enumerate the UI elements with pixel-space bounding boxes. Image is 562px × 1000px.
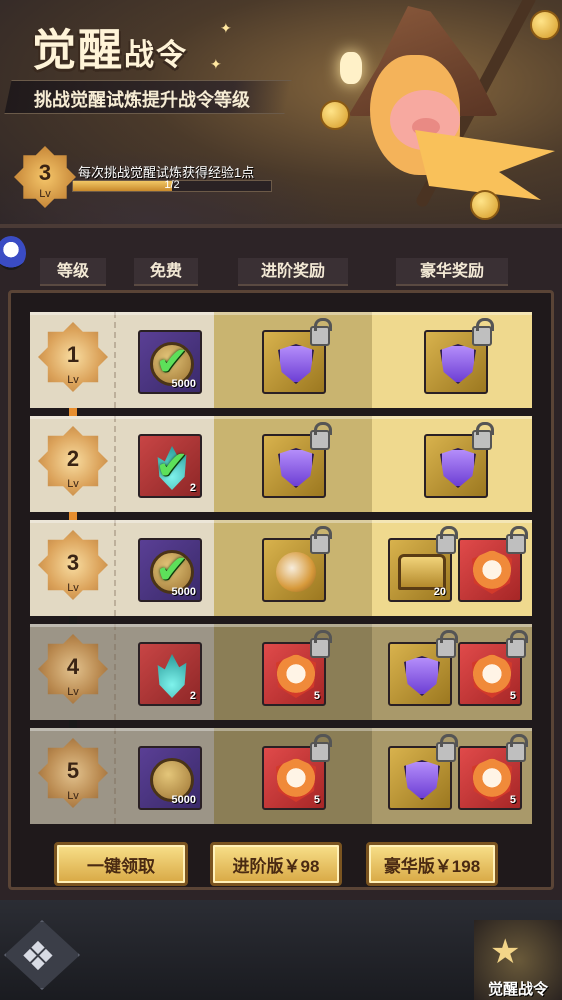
- reward-quantity: 5: [509, 690, 516, 702]
- free-reward-tile[interactable]: ✔ 5000: [138, 330, 202, 394]
- level-node-number: 3: [66, 550, 80, 575]
- claimed-check-icon: ✔: [155, 444, 189, 488]
- orb-icon: [276, 552, 316, 592]
- column-header-free: 免费: [134, 258, 198, 286]
- coin-icon: [530, 10, 560, 40]
- lock-icon: [506, 526, 528, 554]
- level-node-lv-label: Lv: [67, 686, 79, 698]
- lock-icon: [472, 318, 494, 346]
- crimson-badge-icon: [472, 654, 512, 698]
- flame-icon: [157, 654, 187, 698]
- advanced-reward-tile[interactable]: [262, 318, 332, 394]
- lock-icon: [310, 734, 332, 762]
- luxury-reward-tile[interactable]: [388, 630, 458, 706]
- level-node-number: 2: [66, 446, 80, 471]
- advanced-reward-tile[interactable]: [262, 422, 332, 498]
- lock-icon: [436, 630, 458, 658]
- purple-shield-icon: [278, 344, 314, 384]
- reward-quantity: 20: [433, 586, 446, 598]
- lock-icon: [472, 422, 494, 450]
- purple-shield-icon: [440, 448, 476, 488]
- reward-quantity: 2: [189, 690, 196, 702]
- free-reward-tile[interactable]: ✔ 2: [138, 434, 202, 498]
- level-node-lv-label: Lv: [67, 374, 79, 386]
- lantern-icon: [340, 52, 362, 84]
- reward-quantity: 5000: [171, 794, 196, 806]
- column-header-advanced: 进阶奖励: [238, 258, 348, 286]
- level-node-number: 1: [66, 342, 80, 367]
- advanced-reward-tile[interactable]: 5: [262, 630, 332, 706]
- column-header-luxury: 豪华奖励: [396, 258, 508, 286]
- claim-all-button[interactable]: 一键领取: [54, 842, 188, 886]
- reward-quantity: 5000: [171, 378, 196, 390]
- exp-progress-text: 1/2: [164, 179, 180, 191]
- luxury-reward-tile[interactable]: [424, 422, 494, 498]
- free-reward-tile[interactable]: ✔ 5000: [138, 538, 202, 602]
- event-banner: 觉醒战令 ✦ ✦ 挑战觉醒试炼提升战令等级 3 Lv 每次挑战觉醒试炼获得经验1…: [0, 0, 562, 240]
- luxury-reward-tile[interactable]: 5: [458, 630, 528, 706]
- level-node-lv-label: Lv: [67, 790, 79, 802]
- reward-quantity: 5: [313, 794, 320, 806]
- lock-icon: [310, 526, 332, 554]
- advanced-reward-tile[interactable]: 5: [262, 734, 332, 810]
- luxury-reward-tile[interactable]: [424, 318, 494, 394]
- luxury-reward-tile[interactable]: 5: [458, 734, 528, 810]
- buy-advanced-button[interactable]: 进阶版￥98: [210, 842, 342, 886]
- lock-icon: [310, 630, 332, 658]
- reward-quantity: 2: [189, 482, 196, 494]
- purple-shield-icon: [404, 760, 440, 800]
- coin-icon: [320, 100, 350, 130]
- crimson-badge-icon: [472, 758, 512, 802]
- purple-shield-icon: [404, 656, 440, 696]
- crimson-badge-icon: [276, 758, 316, 802]
- lock-icon: [310, 318, 332, 346]
- free-reward-tile[interactable]: 5000: [138, 746, 202, 810]
- luxury-reward-tile[interactable]: 20: [388, 526, 458, 602]
- crimson-badge-icon: [276, 654, 316, 698]
- level-node-number: 5: [66, 758, 80, 783]
- hero-illustration: [320, 0, 562, 240]
- reward-quantity: 5: [313, 690, 320, 702]
- level-node-lv-label: Lv: [67, 478, 79, 490]
- luxury-reward-tile[interactable]: [458, 526, 528, 602]
- level-node-lv-label: Lv: [67, 582, 79, 594]
- nav-battle-pass-label: 觉醒战令: [487, 981, 548, 998]
- emblem-icon: ❖: [20, 935, 56, 979]
- lock-icon: [506, 630, 528, 658]
- purple-shield-icon: [278, 448, 314, 488]
- current-level-number: 3: [38, 160, 52, 185]
- lock-icon: [436, 734, 458, 762]
- buy-luxury-button[interactable]: 豪华版￥198: [366, 842, 498, 886]
- purple-shield-icon: [440, 344, 476, 384]
- page-title: 觉醒战令: [32, 26, 188, 75]
- sparkle-icon: ✦: [220, 20, 232, 36]
- free-reward-tile[interactable]: 2: [138, 642, 202, 706]
- advanced-reward-tile[interactable]: [262, 526, 332, 602]
- current-level-lv-label: Lv: [39, 188, 51, 200]
- coin-icon: [470, 190, 500, 220]
- crimson-badge-icon: [472, 550, 512, 594]
- sparkle-icon: ✦: [210, 56, 222, 72]
- lock-icon: [506, 734, 528, 762]
- lock-icon: [436, 526, 458, 554]
- lock-icon: [310, 422, 332, 450]
- treasure-chest-icon: [398, 554, 446, 590]
- luxury-reward-tile[interactable]: [388, 734, 458, 810]
- page-subtitle: 挑战觉醒试炼提升战令等级: [34, 90, 250, 110]
- reward-quantity: 5: [509, 794, 516, 806]
- column-header-level: 等级: [40, 258, 106, 286]
- level-node-number: 4: [66, 654, 80, 679]
- crown-star-icon: ★: [490, 933, 521, 971]
- reward-quantity: 5000: [171, 586, 196, 598]
